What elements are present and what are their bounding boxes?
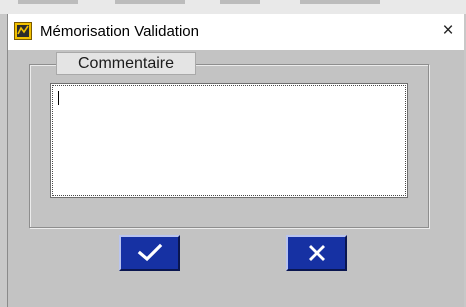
cancel-button[interactable] [286,235,347,271]
background-smear [220,0,260,4]
background-smear [300,0,380,4]
comment-textarea[interactable] [54,87,404,194]
close-icon: × [442,20,454,41]
ok-button[interactable] [119,235,180,271]
comment-group-label: Commentaire [56,52,196,75]
app-icon [14,22,32,40]
cross-icon [308,245,325,261]
checkmark-icon [137,243,162,262]
close-button[interactable]: × [434,16,462,46]
window-title: Mémorisation Validation [40,23,199,40]
background-window-strip [0,0,466,14]
background-smear [115,0,185,4]
title-bar[interactable]: Mémorisation Validation × [8,14,464,50]
text-caret [58,91,59,105]
comment-textarea-frame[interactable] [50,83,408,198]
background-smear [18,0,78,4]
